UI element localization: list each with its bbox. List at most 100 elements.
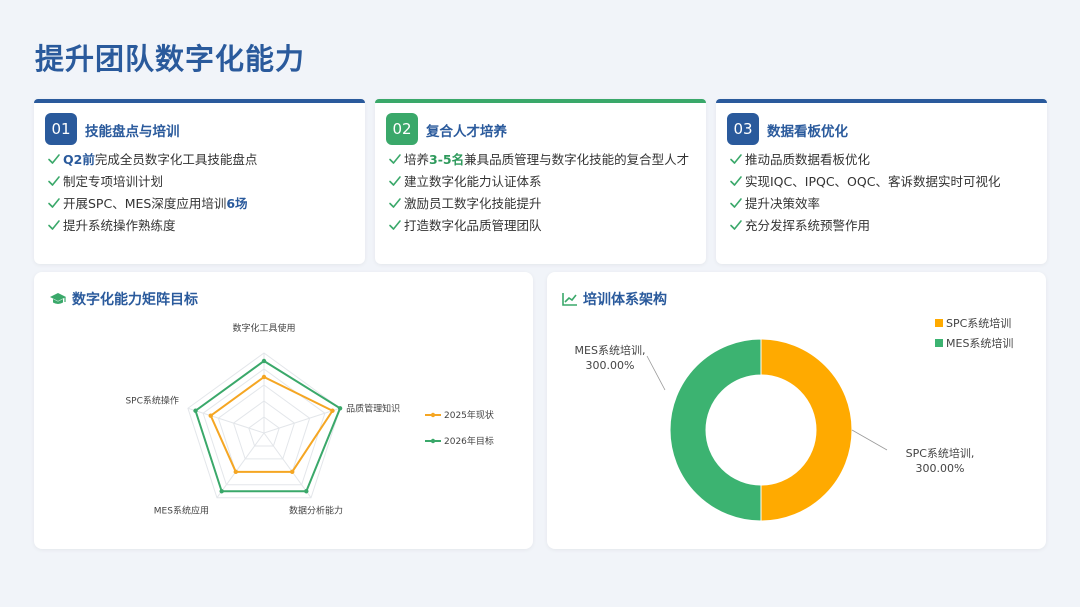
radar-data-point (290, 469, 295, 475)
radar-axis (216, 432, 265, 499)
list-item: 激励员工数字化技能提升 (386, 195, 696, 212)
list-item-text: 充分发挥系统预警作用 (745, 217, 870, 234)
text-segment: 提升系统操作熟练度 (63, 218, 176, 233)
legend-swatch (935, 339, 943, 347)
radar-axis (263, 432, 312, 499)
legend-swatch (935, 319, 943, 327)
donut-data-label: 300.00% (916, 462, 965, 475)
list-item: 打造数字化品质管理团队 (386, 217, 696, 234)
donut-data-label: MES系统培训, (575, 343, 646, 357)
legend-swatch-dot (430, 438, 436, 444)
card-title: 复合人才培养 (426, 124, 507, 140)
text-segment: 实现IQC、IPQC、OQC、客诉数据实时可视化 (745, 174, 1001, 189)
check-icon (730, 198, 742, 208)
list-item: Q2前完成全员数字化工具技能盘点 (45, 151, 355, 168)
card-item-list: 推动品质数据看板优化实现IQC、IPQC、OQC、客诉数据实时可视化 提升决策效率… (727, 151, 1037, 239)
list-item-text: 制定专项培训计划 (63, 173, 163, 190)
legend-swatch-dot (430, 412, 436, 418)
donut-slice[interactable] (760, 338, 853, 522)
card-top-bar (34, 99, 365, 103)
highlight-text: 3-5名 (429, 152, 465, 167)
text-segment: 完成全员数字化工具技能盘点 (94, 152, 258, 167)
page-title: 提升团队数字化能力 (35, 42, 306, 76)
card-number-badge: 03 (727, 113, 759, 145)
legend-label[interactable]: 2025年现状 (444, 409, 494, 421)
legend-label[interactable]: 2026年目标 (444, 435, 494, 447)
text-segment: 激励员工数字化技能提升 (404, 196, 542, 211)
radar-category-label: 数据分析能力 (289, 505, 343, 517)
check-icon (730, 176, 742, 186)
check-icon (48, 220, 60, 230)
check-icon (48, 176, 60, 186)
donut-data-label: 300.00% (586, 359, 635, 372)
text-segment: 打造数字化品质管理团队 (404, 218, 542, 233)
radar-data-point (208, 413, 213, 418)
list-item: 提升决策效率 (727, 195, 1037, 212)
list-item-text: 提升系统操作熟练度 (63, 217, 176, 234)
text-segment: 培养 (404, 152, 430, 167)
list-item-text: Q2前完成全员数字化工具技能盘点 (63, 151, 257, 168)
donut-label-leader (646, 355, 666, 391)
check-icon (730, 220, 742, 230)
card-number-badge: 02 (386, 113, 418, 145)
list-item: 推动品质数据看板优化 (727, 151, 1037, 168)
list-item-text: 提升决策效率 (745, 195, 820, 212)
card-top-bar (716, 99, 1047, 103)
radar-data-point (330, 408, 335, 413)
radar-data-point (261, 374, 267, 380)
radar-data-point (193, 408, 198, 413)
donut-data-label: SPC系统培训, (906, 446, 975, 460)
radar-category-label: MES系统应用 (154, 505, 209, 517)
list-item: 制定专项培训计划 (45, 173, 355, 190)
highlight-text: Q2前 (63, 152, 95, 167)
radar-data-point (304, 489, 309, 494)
list-item: 充分发挥系统预警作用 (727, 217, 1037, 234)
list-item-text: 开展SPC、MES深度应用培训6场 (63, 195, 248, 212)
card-02: 02 复合人才培养培养3-5名兼具品质管理与数字化技能的复合型人才 建立数字化能力认… (375, 99, 706, 264)
card-number-badge: 01 (45, 113, 77, 145)
list-item-text: 激励员工数字化技能提升 (404, 195, 542, 212)
donut-chart: SPC系统培训, 300.00% SPC系统培训 MES系统培训, 300.00% MES… (575, 316, 1013, 522)
radar-category-label: SPC系统操作 (125, 394, 178, 406)
radar-data-point (233, 469, 238, 475)
list-item: 开展SPC、MES深度应用培训6场 (45, 195, 355, 212)
donut-label-leader (851, 429, 888, 451)
donut-panel: 培训体系架构 SPC系统培训, 300.00% SPC系统培训 MES系统培训, 300… (547, 272, 1046, 549)
list-item: 提升系统操作熟练度 (45, 217, 355, 234)
text-segment: 开展SPC、MES深度应用培训 (63, 196, 227, 211)
radar-data-point (337, 406, 343, 411)
check-icon (389, 154, 401, 164)
list-item-text: 培养3-5名兼具品质管理与数字化技能的复合型人才 (404, 151, 689, 168)
check-icon (389, 220, 401, 230)
list-item: 实现IQC、IPQC、OQC、客诉数据实时可视化 (727, 173, 1037, 190)
text-segment: 制定专项培训计划 (63, 174, 164, 189)
list-item-text: 打造数字化品质管理团队 (404, 217, 542, 234)
text-segment: 提升决策效率 (745, 196, 821, 211)
list-item-text: 实现IQC、IPQC、OQC、客诉数据实时可视化 (745, 173, 1000, 190)
card-01: 01 技能盘点与培训 Q2前完成全员数字化工具技能盘点 制定专项培训计划 开展SPC、M… (34, 99, 365, 264)
text-segment: 推动品质数据看板优化 (745, 152, 871, 167)
card-top-bar (375, 99, 706, 103)
highlight-text: 6场 (226, 196, 248, 211)
check-icon (730, 154, 742, 164)
card-item-list: 培养3-5名兼具品质管理与数字化技能的复合型人才 建立数字化能力认证体系 激励员工数… (386, 151, 696, 239)
radar-chart: 数字化工具使用品质管理知识数据分析能力 MES系统应用 SPC系统操作 2025年现状… (125, 322, 494, 517)
check-icon (48, 198, 60, 208)
card-title: 数据看板优化 (767, 124, 848, 140)
card-03: 03 数据看板优化推动品质数据看板优化实现IQC、IPQC、OQC、客诉数据实时可… (716, 99, 1047, 264)
radar-axis (263, 407, 341, 434)
list-item-text: 推动品质数据看板优化 (745, 151, 870, 168)
text-segment: 建立数字化能力认证体系 (404, 174, 542, 189)
list-item: 建立数字化能力认证体系 (386, 173, 696, 190)
check-icon (48, 154, 60, 164)
radar-data-point (219, 489, 224, 494)
legend-label[interactable]: MES系统培训 (946, 336, 1013, 350)
check-icon (389, 198, 401, 208)
legend-label[interactable]: SPC系统培训 (946, 316, 1011, 330)
card-title: 技能盘点与培训 (85, 124, 180, 140)
radar-category-label: 品质管理知识 (346, 402, 400, 414)
list-item: 培养3-5名兼具品质管理与数字化技能的复合型人才 (386, 151, 696, 168)
check-icon (389, 176, 401, 186)
donut-slice[interactable] (669, 338, 762, 522)
radar-category-label: 数字化工具使用 (232, 322, 295, 334)
